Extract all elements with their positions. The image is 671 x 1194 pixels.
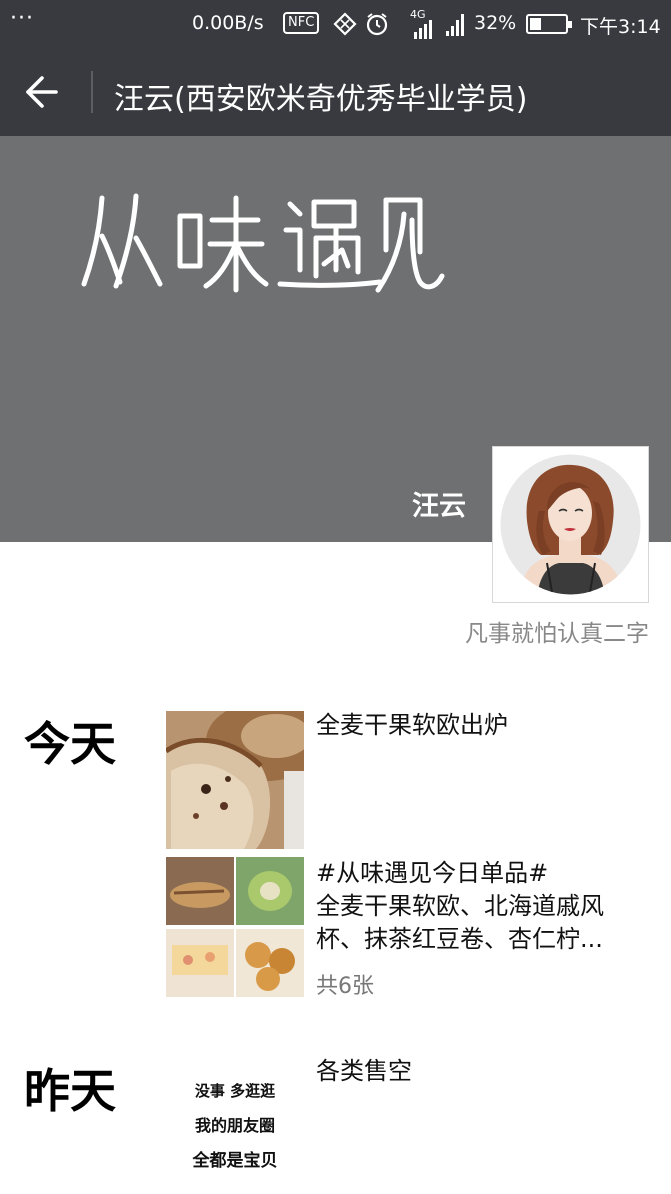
avatar[interactable] [492,446,649,603]
post-text-sold-out[interactable]: 各类售空 [316,1055,412,1088]
battery-percent: 32% [474,12,517,34]
title-divider [91,71,93,113]
page-title: 汪云(西安欧米奇优秀毕业学员) [114,82,528,117]
post-text-multiline[interactable]: #从味遇见今日单品# 全麦干果软欧、北海道戚风杯、抹茶红豆卷、杏仁柠... [316,857,646,956]
photo-grid [166,857,304,997]
day-label-today: 今天 [24,717,116,771]
image-text-line-1: 没事 多逛逛 [194,1082,276,1100]
profile-signature: 凡事就怕认真二字 [465,621,649,647]
profile-name: 汪云 [412,491,466,522]
nfc-icon: NFC [283,12,320,34]
alarm-icon [364,11,390,41]
photo-count: 共6张 [316,974,374,999]
battery-level [530,18,541,30]
title-bar: 汪云(西安欧米奇优秀毕业学员) [0,50,671,136]
back-button[interactable] [20,70,70,116]
network-speed: 0.00B/s [192,12,264,34]
post-text[interactable]: 全麦干果软欧出炉 [316,709,508,742]
status-bar: ··· 0.00B/s NFC 4G 32% 下午3:14 [0,0,671,50]
image-text-line-3: 全都是宝贝 [192,1151,278,1171]
back-arrow-icon [26,76,58,108]
image-text-line-2: 我的朋友圈 [194,1116,275,1135]
battery-nub [568,21,572,28]
vibrate-icon [332,11,358,41]
signal-strength-icon-2 [445,13,467,41]
cover-handwritten-text [80,186,450,300]
post-thumbnail-text-image[interactable]: 没事 多逛逛 我的朋友圈 全都是宝贝 [166,1060,304,1190]
signal-strength-icon [412,20,436,44]
clock: 下午3:14 [580,16,661,38]
day-label-yesterday: 昨天 [24,1064,116,1118]
bread-photo [166,711,304,849]
post-thumbnail-grid[interactable] [166,857,304,997]
network-type: 4G [410,8,426,21]
avatar-portrait [500,454,641,595]
notification-dots: ··· [10,6,34,31]
battery-icon [526,14,572,34]
post-thumbnail-bread[interactable] [166,711,304,849]
